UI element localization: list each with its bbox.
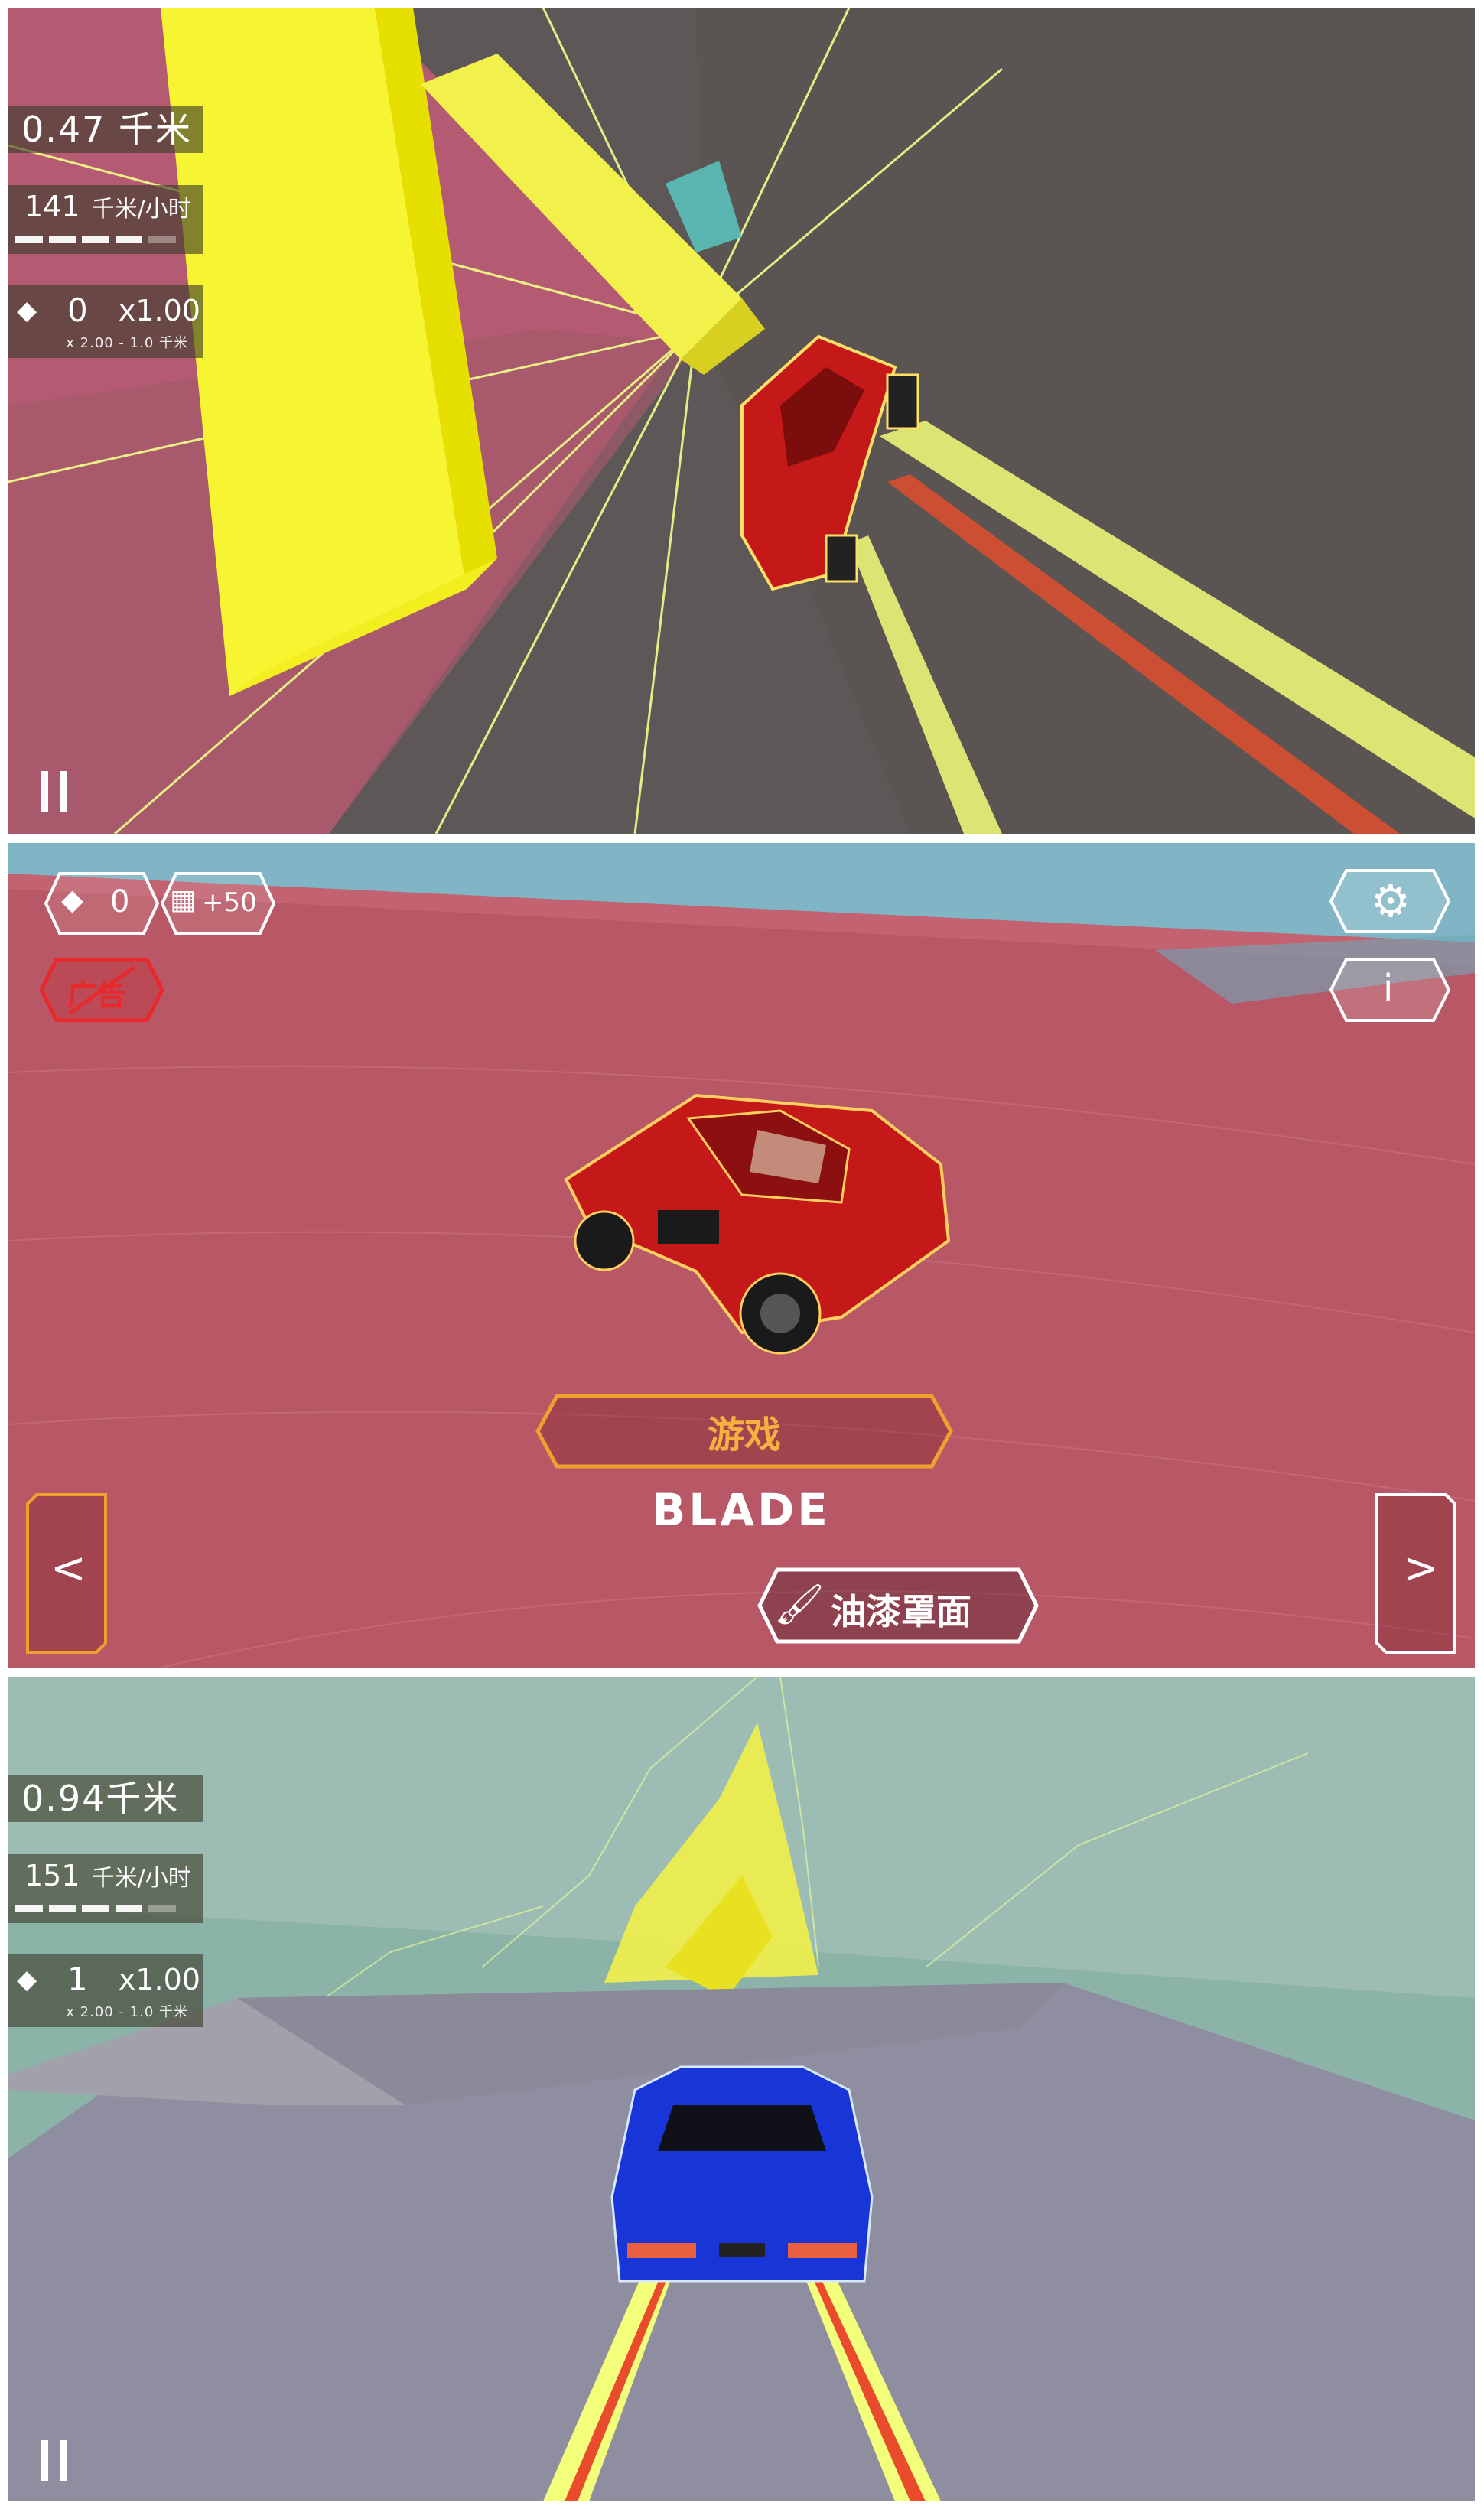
info-button[interactable]: i xyxy=(1329,958,1450,1022)
gem-balance: 0 xyxy=(110,884,130,919)
play-label: 游戏 xyxy=(707,1414,781,1456)
speed-display: 141 千米/小时 xyxy=(8,185,203,254)
score-multiplier: x1.00 xyxy=(118,1963,200,1996)
next-label: > xyxy=(1403,1544,1439,1593)
info-label: i xyxy=(1383,967,1394,1010)
previous-label: < xyxy=(50,1544,86,1593)
speed-unit: 千米/小时 xyxy=(91,196,191,223)
paint-label: 油漆罩面 xyxy=(831,1591,971,1632)
speed-unit: 千米/小时 xyxy=(91,1865,191,1892)
diamond-icon: ◆ xyxy=(17,295,37,326)
gem-balance-badge: ◆ 0 xyxy=(44,872,159,935)
distance-display: 0.47 千米 xyxy=(8,106,203,153)
score-multiplier: x1.00 xyxy=(118,294,200,327)
speed-meter xyxy=(15,1905,176,1912)
gear-icon: ⚙ xyxy=(1371,875,1411,927)
gem-panel: ◆ 1 x1.00 x 2.00 - 1.0 千米 xyxy=(8,1954,203,2027)
road-scene xyxy=(8,1677,1475,2501)
distance-display: 0.94千米 xyxy=(8,1775,203,1822)
next-car-button[interactable]: > xyxy=(1375,1493,1456,1654)
tunnel-scene xyxy=(8,8,1475,834)
multiplier-detail: x 2.00 - 1.0 千米 xyxy=(66,2004,188,2020)
speed-display: 151 千米/小时 xyxy=(8,1854,203,1923)
blue-car xyxy=(610,2065,874,2283)
car-name: BLADE xyxy=(652,1484,831,1536)
previous-car-button[interactable]: < xyxy=(26,1493,107,1654)
pause-icon[interactable] xyxy=(41,771,72,812)
video-reward: +50 xyxy=(202,887,257,918)
gameplay-screen-top: 0.47 千米 141 千米/小时 ◆ 0 x1.00 x 2.00 - 1.0… xyxy=(8,8,1475,834)
garage-screen: ◆ 0 ▦ +50 广告 ⚙ i 游戏 BLADE 🖌 油漆罩面 < > xyxy=(8,843,1475,1668)
multiplier-detail: x 2.00 - 1.0 千米 xyxy=(66,335,188,351)
no-ads-label: 广告 xyxy=(67,978,126,1012)
paint-button[interactable]: 🖌 油漆罩面 xyxy=(757,1567,1039,1644)
gem-panel: ◆ 0 x1.00 x 2.00 - 1.0 千米 xyxy=(8,285,203,358)
film-icon: ▦ xyxy=(170,884,197,916)
pause-icon[interactable] xyxy=(41,2440,72,2481)
play-button[interactable]: 游戏 xyxy=(535,1394,953,1469)
speed-meter xyxy=(15,236,176,243)
watch-video-button[interactable]: ▦ +50 xyxy=(161,872,275,935)
speed-value: 141 xyxy=(24,190,80,223)
diamond-icon: ◆ xyxy=(61,883,84,916)
gem-count: 1 xyxy=(67,1961,88,1998)
paint-roller-icon: 🖌 xyxy=(774,1582,825,1628)
gameplay-screen-bottom: 0.94千米 151 千米/小时 ◆ 1 x1.00 x 2.00 - 1.0 … xyxy=(8,1677,1475,2501)
speed-value: 151 xyxy=(24,1859,80,1892)
no-ads-button[interactable]: 广告 xyxy=(40,958,164,1022)
settings-button[interactable]: ⚙ xyxy=(1329,869,1450,933)
diamond-icon: ◆ xyxy=(17,1964,37,1995)
garage-scene xyxy=(8,843,1475,1668)
gem-count: 0 xyxy=(67,291,88,329)
